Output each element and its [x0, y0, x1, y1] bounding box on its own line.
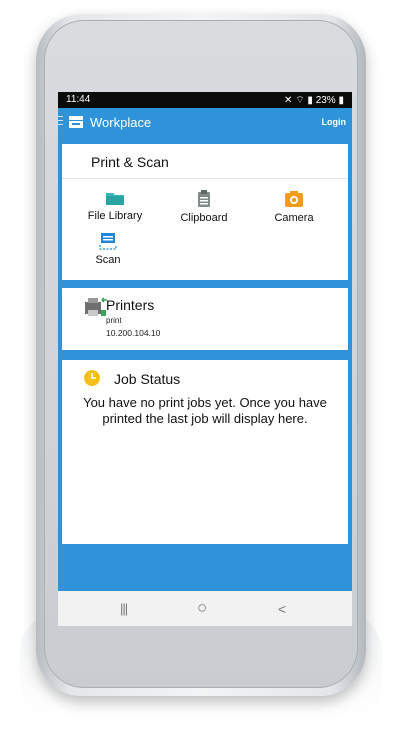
printers-title: Printers — [106, 297, 155, 313]
file-library-tile[interactable]: File Library — [86, 190, 144, 222]
printer-name: print — [106, 316, 122, 325]
wifi-icon: ⌔ — [295, 95, 305, 106]
printer-ip: 10.200.104.10 — [106, 328, 161, 338]
job-status-card: Job Status You have no print jobs yet. O… — [62, 360, 348, 544]
workplace-logo-icon — [69, 116, 83, 128]
scan-tile[interactable]: Scan — [88, 232, 128, 266]
job-status-title: Job Status — [114, 371, 181, 387]
scan-label: Scan — [95, 254, 121, 266]
battery-icon: ▮ — [338, 95, 344, 106]
app-screen: 11:44 ✕ ⌔ ▮ 23% ▮ Workplace Login Print … — [58, 92, 352, 626]
status-indicators: ✕ ⌔ ▮ 23% ▮ — [284, 94, 344, 107]
recents-button[interactable]: ||| — [120, 601, 128, 616]
print-scan-heading: Print & Scan — [91, 154, 169, 170]
job-status-message: You have no print jobs yet. Once you hav… — [83, 395, 327, 426]
clipboard-tile[interactable]: Clipboard — [176, 190, 232, 224]
menu-icon[interactable] — [58, 116, 64, 127]
print-scan-card: Print & Scan File Library Clipboard Came… — [62, 144, 348, 280]
battery-percent: 23% — [315, 95, 336, 106]
login-button[interactable]: Login — [322, 117, 347, 127]
status-time: 11:44 — [66, 94, 91, 105]
folder-icon — [106, 193, 124, 205]
print-scan-header: Print & Scan — [62, 144, 348, 179]
clipboard-label: Clipboard — [180, 212, 228, 224]
clock-icon — [84, 370, 100, 386]
file-library-label: File Library — [87, 210, 143, 222]
camera-tile[interactable]: Camera — [269, 190, 319, 224]
home-button[interactable]: ○ — [197, 598, 207, 618]
mute-icon: ✕ — [284, 95, 293, 106]
status-bar: 11:44 ✕ ⌔ ▮ 23% ▮ — [58, 92, 352, 108]
app-bar: Workplace Login — [58, 108, 352, 136]
back-button[interactable]: < — [278, 601, 286, 617]
printers-card[interactable]: Printers print 10.200.104.10 — [62, 288, 348, 350]
camera-label: Camera — [274, 212, 314, 224]
scan-icon — [99, 233, 117, 250]
app-title: Workplace — [90, 115, 152, 130]
camera-icon — [285, 191, 303, 207]
signal-icon: ▮ — [307, 95, 313, 106]
android-nav-bar: ||| ○ < — [58, 591, 352, 626]
clipboard-icon — [198, 190, 210, 207]
printer-icon — [85, 297, 107, 316]
